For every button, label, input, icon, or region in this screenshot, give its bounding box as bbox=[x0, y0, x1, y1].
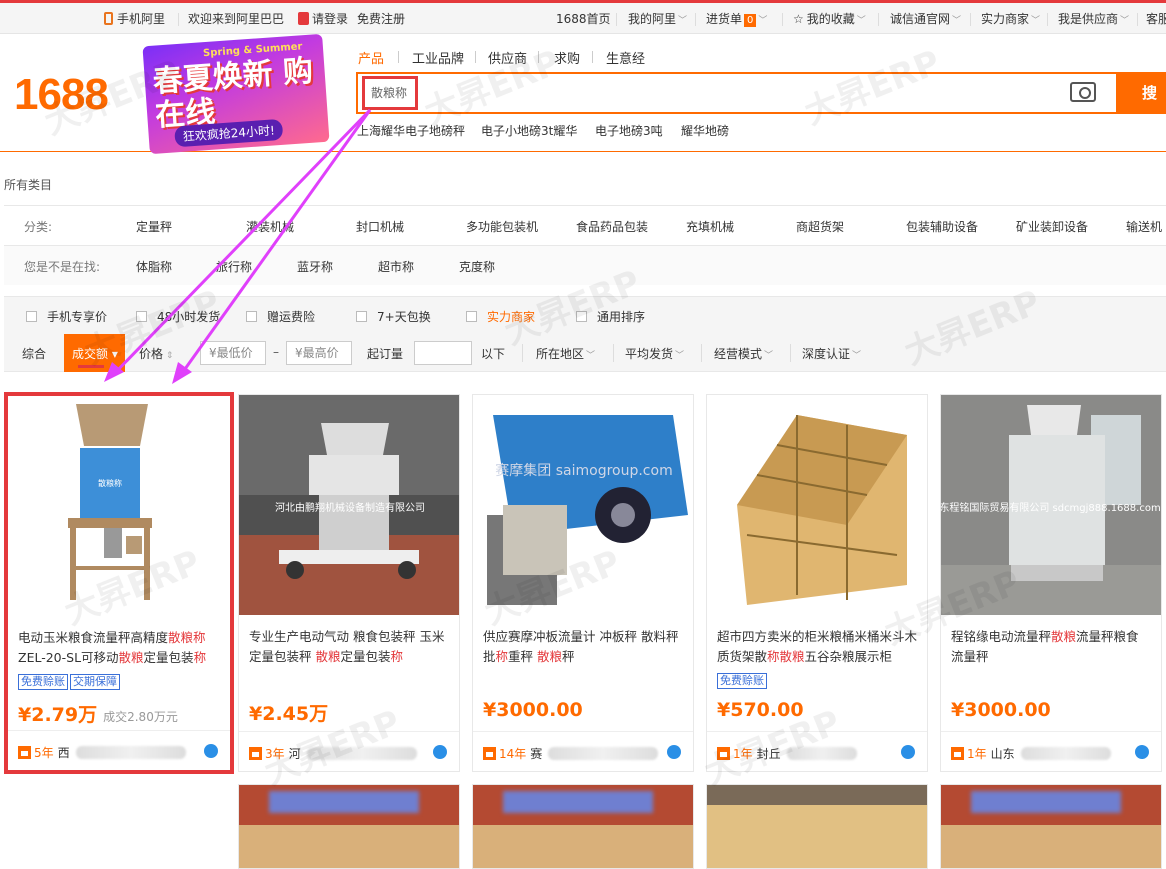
annotation-arrows bbox=[104, 108, 372, 384]
arrow-to-card bbox=[178, 109, 372, 377]
arrow-to-sort bbox=[110, 108, 372, 378]
